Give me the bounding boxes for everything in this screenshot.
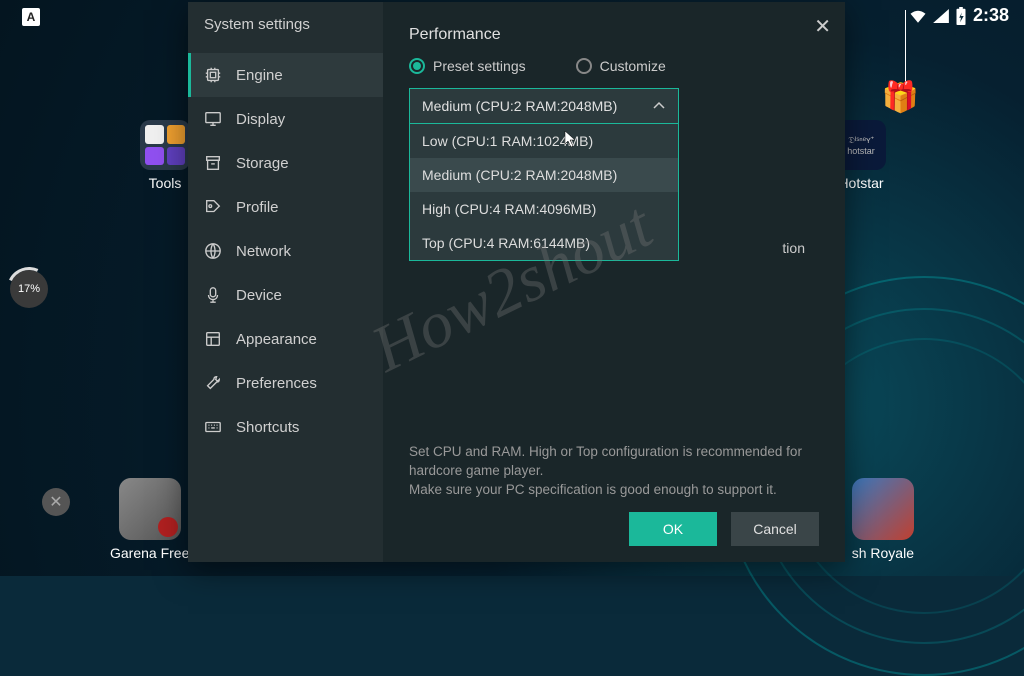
cancel-button[interactable]: Cancel <box>731 512 819 546</box>
gift-icon[interactable]: 🎁 <box>882 80 919 115</box>
monitor-icon <box>204 110 222 128</box>
sidebar-item-label: Device <box>236 287 282 304</box>
settings-title: System settings <box>188 2 383 53</box>
settings-modal: System settings Engine Display Storage P… <box>188 2 845 562</box>
layout-icon <box>204 330 222 348</box>
dropdown-option-top[interactable]: Top (CPU:4 RAM:6144MB) <box>410 226 678 260</box>
dropdown-option-medium[interactable]: Medium (CPU:2 RAM:2048MB) <box>410 158 678 192</box>
tools-folder-icon <box>140 120 190 170</box>
mic-icon <box>204 286 222 304</box>
tools-label: Tools <box>149 175 182 191</box>
sidebar-item-label: Profile <box>236 199 279 216</box>
footer-line2: Make sure your PC specification is good … <box>409 482 777 497</box>
sidebar-item-label: Appearance <box>236 331 317 348</box>
obscured-text: tion <box>782 240 805 256</box>
sidebar-item-label: Display <box>236 111 285 128</box>
preset-dropdown: Medium (CPU:2 RAM:2048MB) Low (CPU:1 RAM… <box>409 88 679 261</box>
sidebar-item-storage[interactable]: Storage <box>188 141 383 185</box>
sidebar-item-preferences[interactable]: Preferences <box>188 361 383 405</box>
tag-icon <box>204 198 222 216</box>
archive-icon <box>204 154 222 172</box>
royale-thumb <box>852 478 914 540</box>
close-button[interactable]: ✕ <box>814 14 831 39</box>
radio-preset[interactable]: Preset settings <box>409 58 526 74</box>
sidebar-item-label: Preferences <box>236 375 317 392</box>
status-bar: 2:38 <box>909 5 1009 26</box>
sidebar-item-label: Storage <box>236 155 289 172</box>
royale-label: sh Royale <box>852 545 914 561</box>
hotstar-bottom: hotstar <box>847 146 875 156</box>
cpu-icon <box>204 66 222 84</box>
radio-customize-label: Customize <box>600 58 666 74</box>
dropdown-option-low[interactable]: Low (CPU:1 RAM:1024MB) <box>410 124 678 158</box>
garena-thumb <box>119 478 181 540</box>
garena-badge-icon <box>158 517 178 537</box>
sidebar-item-profile[interactable]: Profile <box>188 185 383 229</box>
close-bubble[interactable]: ✕ <box>42 488 70 516</box>
settings-main-panel: ✕ Performance Preset settings Customize … <box>383 2 845 562</box>
dropdown-option-high[interactable]: High (CPU:4 RAM:4096MB) <box>410 192 678 226</box>
radio-unselected-icon <box>576 58 592 74</box>
desktop-icon-garena[interactable]: Garena Free <box>110 478 189 561</box>
sidebar-item-appearance[interactable]: Appearance <box>188 317 383 361</box>
footer-line1: Set CPU and RAM. High or Top configurati… <box>409 444 802 478</box>
panel-heading: Performance <box>409 26 819 44</box>
wrench-icon <box>204 374 222 392</box>
wifi-icon <box>909 9 927 23</box>
sidebar-item-shortcuts[interactable]: Shortcuts <box>188 405 383 449</box>
sidebar-item-engine[interactable]: Engine <box>188 53 383 97</box>
button-row: OK Cancel <box>629 512 819 546</box>
desktop-icon-royale[interactable]: sh Royale <box>852 478 914 561</box>
gift-line <box>905 10 906 85</box>
keyboard-icon <box>204 418 222 436</box>
sidebar-item-label: Shortcuts <box>236 419 299 436</box>
dropdown-selected-label: Medium (CPU:2 RAM:2048MB) <box>422 98 617 114</box>
chevron-up-icon <box>652 98 666 114</box>
settings-sidebar: System settings Engine Display Storage P… <box>188 2 383 562</box>
globe-icon <box>204 242 222 260</box>
sidebar-item-label: Engine <box>236 67 283 84</box>
hotstar-label: Hotstar <box>838 175 883 191</box>
sidebar-item-display[interactable]: Display <box>188 97 383 141</box>
radio-selected-icon <box>409 58 425 74</box>
hotstar-top: 𝔇ᴵˢⁿᵉʏ⁺ <box>848 135 874 146</box>
garena-label: Garena Free <box>110 545 189 561</box>
radio-row: Preset settings Customize <box>409 58 819 74</box>
radio-customize[interactable]: Customize <box>576 58 666 74</box>
ok-button[interactable]: OK <box>629 512 717 546</box>
dropdown-options: Low (CPU:1 RAM:1024MB) Medium (CPU:2 RAM… <box>410 123 678 260</box>
battery-icon <box>955 7 967 25</box>
status-time: 2:38 <box>973 5 1009 26</box>
radio-preset-label: Preset settings <box>433 58 526 74</box>
sidebar-item-network[interactable]: Network <box>188 229 383 273</box>
footer-help-text: Set CPU and RAM. High or Top configurati… <box>409 443 819 500</box>
percentage-value: 17% <box>18 283 40 295</box>
sidebar-item-device[interactable]: Device <box>188 273 383 317</box>
topleft-badge: A <box>22 8 40 26</box>
percentage-indicator[interactable]: 17% <box>10 270 48 308</box>
cursor-icon <box>564 130 578 153</box>
signal-icon <box>933 9 949 23</box>
dropdown-selected[interactable]: Medium (CPU:2 RAM:2048MB) <box>410 89 678 123</box>
desktop-icon-tools[interactable]: Tools <box>140 120 190 191</box>
sidebar-item-label: Network <box>236 243 291 260</box>
